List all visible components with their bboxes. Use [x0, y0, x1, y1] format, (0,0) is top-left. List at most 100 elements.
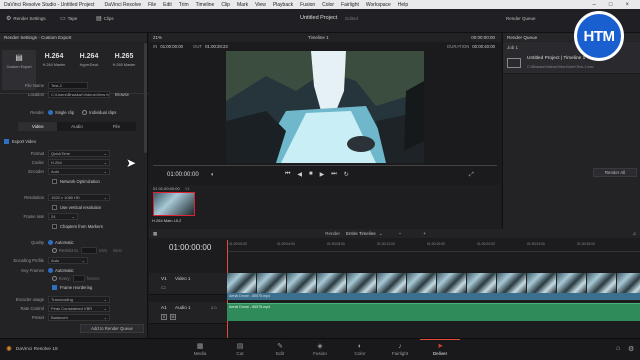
- timeline-ruler[interactable]: 01:00:00:00 01:00:04:00 01:00:08:00 01:0…: [227, 240, 640, 252]
- rate-control-row: Rate Control Peak Constrained VBR ⌄: [0, 304, 148, 312]
- timeline-settings-icon[interactable]: ♫: [633, 231, 636, 236]
- project-title-text: Untitled Project: [300, 15, 338, 21]
- prev-frame-icon[interactable]: ◀︎: [297, 171, 302, 178]
- format-select[interactable]: QuickTime ⌄: [48, 149, 110, 157]
- page-edit[interactable]: ✎ Edit: [262, 342, 298, 356]
- page-fusion[interactable]: ◈ Fusion: [302, 342, 338, 356]
- menu-davinci[interactable]: DaVinci Resolve: [105, 2, 142, 8]
- video-clip[interactable]: [227, 273, 640, 293]
- add-to-render-queue-button[interactable]: Add to Render Queue: [80, 324, 144, 333]
- app-title: DaVinci Resolve Studio - Untitled Projec…: [4, 1, 95, 8]
- menu-timeline[interactable]: Timeline: [196, 2, 215, 8]
- viewer-timeline-name[interactable]: Timeline 1: [308, 35, 329, 40]
- first-frame-icon[interactable]: ⏮: [285, 171, 290, 178]
- duration-timecode: 00:00:40:00: [472, 44, 495, 49]
- menu-mark[interactable]: Mark: [237, 2, 248, 8]
- video-monitor-icon[interactable]: ▭: [161, 285, 166, 291]
- menu-file[interactable]: File: [148, 2, 156, 8]
- keyframes-every-radio[interactable]: [52, 275, 57, 281]
- framerate-select[interactable]: 24 ⌄: [48, 212, 78, 220]
- fullscreen-icon[interactable]: ⤢: [469, 172, 474, 179]
- frame-reorder-checkbox[interactable]: [52, 284, 57, 290]
- last-frame-icon[interactable]: ⏭: [331, 171, 336, 178]
- page-cut[interactable]: ▤ Cut: [222, 342, 258, 356]
- menu-color[interactable]: Color: [322, 2, 334, 8]
- clip-thumbnail[interactable]: [153, 192, 195, 216]
- page-media[interactable]: ▦ Media: [182, 342, 218, 356]
- chapters-row: Chapters from Markers: [0, 222, 148, 230]
- settings-gear-icon[interactable]: ⚙: [628, 345, 634, 353]
- render-all-button[interactable]: Render All: [593, 168, 637, 177]
- tab-audio[interactable]: Audio: [57, 122, 96, 131]
- keyframes-auto-radio[interactable]: [48, 267, 53, 273]
- render-settings-toggle[interactable]: ⚙ Render Settings: [6, 13, 46, 23]
- solo-button[interactable]: S: [161, 314, 167, 320]
- render-queue-toggle[interactable]: Render Queue: [506, 13, 536, 23]
- menu-fairlight[interactable]: Fairlight: [341, 2, 359, 8]
- video-track-id: V1: [161, 276, 167, 281]
- filename-input[interactable]: Test-2: [48, 81, 88, 89]
- viewer-zoom[interactable]: 21%: [153, 35, 162, 40]
- network-opt-checkbox[interactable]: [52, 178, 57, 184]
- browse-button[interactable]: Browse: [115, 92, 129, 97]
- zoom-out-icon[interactable]: −: [399, 231, 402, 236]
- encoder-select[interactable]: Auto ⌄: [48, 167, 110, 175]
- video-thumb: [467, 273, 497, 293]
- timeline-view-icon[interactable]: ▦: [153, 231, 157, 237]
- menu-workspace[interactable]: Workspace: [366, 2, 391, 8]
- single-clip-radio[interactable]: [48, 109, 53, 115]
- keyframes-every-input[interactable]: [72, 274, 85, 282]
- home-icon[interactable]: ⌂: [616, 345, 620, 352]
- loop-icon[interactable]: ↻: [344, 171, 349, 178]
- menu-bar: DaVinci Resolve Studio - Untitled Projec…: [0, 0, 640, 9]
- enc-profile-select[interactable]: Auto ⌄: [48, 256, 88, 264]
- zoom-in-icon[interactable]: +: [423, 231, 426, 236]
- resolution-label: Resolution: [24, 194, 44, 200]
- individual-clips-radio[interactable]: [82, 109, 88, 115]
- quality-auto-radio[interactable]: [48, 239, 53, 245]
- edit-page-icon: ✎: [277, 343, 283, 350]
- page-color[interactable]: ◐ Color: [342, 342, 378, 356]
- tab-file[interactable]: File: [97, 122, 136, 131]
- clips-toggle[interactable]: ▤ Clips: [96, 13, 114, 23]
- encoder-usage-select[interactable]: Transcoding ⌄: [48, 295, 110, 303]
- preset-select[interactable]: Balanced ⌄: [48, 313, 110, 321]
- quality-restrict-radio[interactable]: [52, 247, 57, 253]
- location-row: Location C:\Users\Bhaskar\Videos\View fo…: [0, 90, 148, 98]
- menu-edit[interactable]: Edit: [163, 2, 172, 8]
- chevron-down-icon: ⌄: [81, 257, 85, 263]
- chapters-checkbox[interactable]: [52, 223, 57, 229]
- maximize-button[interactable]: □: [609, 2, 613, 8]
- render-range-select[interactable]: Entire Timeline: [346, 231, 376, 236]
- timeline-toolbar: ▦ Render Entire Timeline ⌄ − + ♫: [149, 229, 640, 238]
- tape-toggle[interactable]: ▭ Tape: [60, 13, 77, 23]
- play-icon[interactable]: ▶︎: [320, 171, 325, 178]
- settings-scrollbar[interactable]: [144, 43, 147, 153]
- location-input[interactable]: C:\Users\Bhaskar\Videos\View folder: [48, 90, 110, 98]
- quality-kbs-input[interactable]: [80, 246, 97, 254]
- stop-icon[interactable]: ■: [309, 171, 313, 178]
- mute-button[interactable]: M: [170, 314, 176, 320]
- volume-icon[interactable]: 🔈︎: [211, 172, 215, 179]
- vertical-res-checkbox[interactable]: [52, 204, 57, 210]
- export-video-checkbox[interactable]: [4, 138, 9, 144]
- menu-playback[interactable]: Playback: [273, 2, 293, 8]
- tab-video[interactable]: Video: [18, 122, 58, 131]
- resolution-select[interactable]: 1920 x 1080 HD ⌄: [48, 193, 110, 201]
- menu-fusion[interactable]: Fusion: [300, 2, 315, 8]
- rate-control-select[interactable]: Peak Constrained VBR ⌄: [48, 304, 110, 312]
- clip-timecode: 01 01:00:00:00: [153, 186, 180, 191]
- page-deliver[interactable]: ➤ Deliver: [422, 342, 458, 356]
- keyframes-label: Key Frames: [21, 267, 44, 273]
- page-fairlight[interactable]: ♪ Fairlight: [382, 342, 418, 356]
- menu-clip[interactable]: Clip: [221, 2, 230, 8]
- close-button[interactable]: ×: [625, 2, 629, 8]
- menu-trim[interactable]: Trim: [179, 2, 189, 8]
- menu-view[interactable]: View: [255, 2, 266, 8]
- viewer-scrubber[interactable]: [153, 165, 497, 166]
- minimize-button[interactable]: –: [593, 2, 596, 8]
- audio-clip[interactable]: Aerial Drone - 85575.mp4: [227, 303, 640, 321]
- codec-select[interactable]: H.264 ⌄: [48, 158, 110, 166]
- menu-help[interactable]: Help: [398, 2, 408, 8]
- job-title: Untitled Project | Timeline 1: [527, 56, 586, 61]
